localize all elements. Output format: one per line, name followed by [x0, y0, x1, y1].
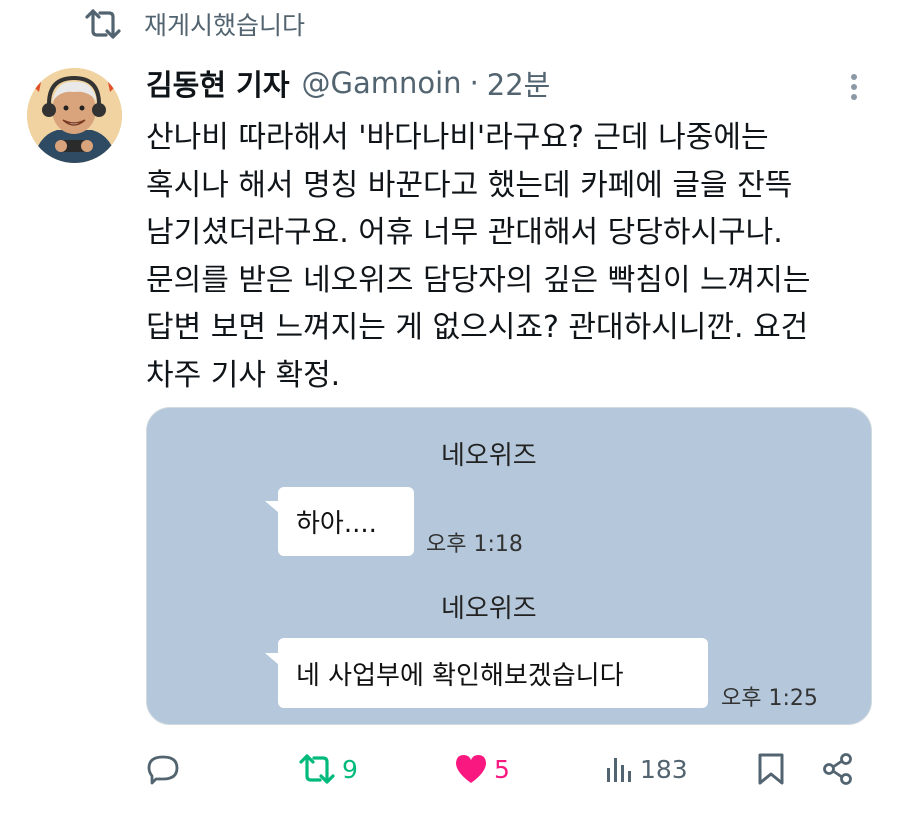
more-options-button[interactable]: [842, 70, 866, 104]
media-image[interactable]: 네오위즈 하아.... 오후 1:18 네오위즈 네 사업부에 확인해보겠습니다…: [146, 407, 872, 725]
chat-sender-name: 네오위즈: [441, 594, 537, 624]
tweet-text-line: 답변 보면 느껴지는 게 없으시죠? 관대하시니깐. 요건: [146, 310, 809, 346]
repost-label: 재게시했습니다: [144, 11, 306, 40]
bookmark-button[interactable]: [756, 742, 786, 796]
tweet-text-line: 차주 기사 확정.: [146, 357, 341, 393]
chat-bubble: 네 사업부에 확인해보겠습니다: [278, 638, 708, 708]
author-name[interactable]: 김동현 기자: [146, 62, 290, 104]
views-count: 183: [640, 754, 688, 784]
share-button[interactable]: [821, 742, 855, 796]
more-dot-icon: [851, 84, 857, 90]
heart-icon: [456, 755, 486, 783]
action-bar: 9 5 183: [146, 742, 866, 796]
views-button[interactable]: 183: [604, 742, 688, 796]
repost-icon: [84, 7, 122, 41]
share-icon: [823, 753, 852, 785]
views-icon: [607, 758, 631, 782]
repost-button[interactable]: 9: [298, 742, 358, 796]
chat-bubble-tail: [265, 653, 279, 665]
repost-indicator[interactable]: 재게시했습니다: [84, 6, 305, 42]
bookmark-icon: [758, 753, 784, 785]
reply-button[interactable]: [146, 742, 186, 796]
reply-icon: [147, 755, 179, 785]
like-count: 5: [494, 754, 510, 784]
repost-count: 9: [342, 754, 358, 784]
author-handle[interactable]: @Gamnoin: [302, 66, 462, 100]
more-dot-icon: [851, 74, 857, 80]
more-dot-icon: [851, 94, 857, 100]
chat-time: 오후 1:25: [721, 686, 818, 711]
chat-message: 하아....: [296, 509, 377, 539]
tweet-text-line: 남기셨더라구요. 어휴 너무 관대해서 당당하시구나.: [146, 215, 783, 251]
tweet-text: 산나비 따라해서 '바다나비'라구요? 근데 나중에는 혹시나 해서 명칭 바꾼…: [146, 114, 876, 400]
tweet-time[interactable]: 22분: [487, 62, 551, 104]
chat-bubble: 하아....: [278, 487, 414, 556]
tweet-text-line: 산나비 따라해서 '바다나비'라구요? 근데 나중에는: [146, 120, 769, 155]
chat-time: 오후 1:18: [426, 532, 523, 557]
like-button[interactable]: 5: [454, 742, 510, 796]
tweet-header: 김동현 기자 @Gamnoin · 22분: [146, 62, 550, 104]
repost-icon: [299, 754, 335, 784]
chat-message: 네 사업부에 확인해보겠습니다: [296, 660, 624, 691]
tweet-text-line: 문의를 받은 네오위즈 담당자의 깊은 빡침이 느껴지는: [146, 262, 811, 298]
chat-bubble-tail: [265, 501, 279, 513]
tweet-text-line: 혹시나 해서 명칭 바꾼다고 했는데 카페에 글을 잔뜩: [146, 167, 793, 203]
chat-sender-name: 네오위즈: [441, 441, 537, 471]
avatar[interactable]: [27, 68, 122, 163]
separator-dot: ·: [469, 66, 479, 100]
